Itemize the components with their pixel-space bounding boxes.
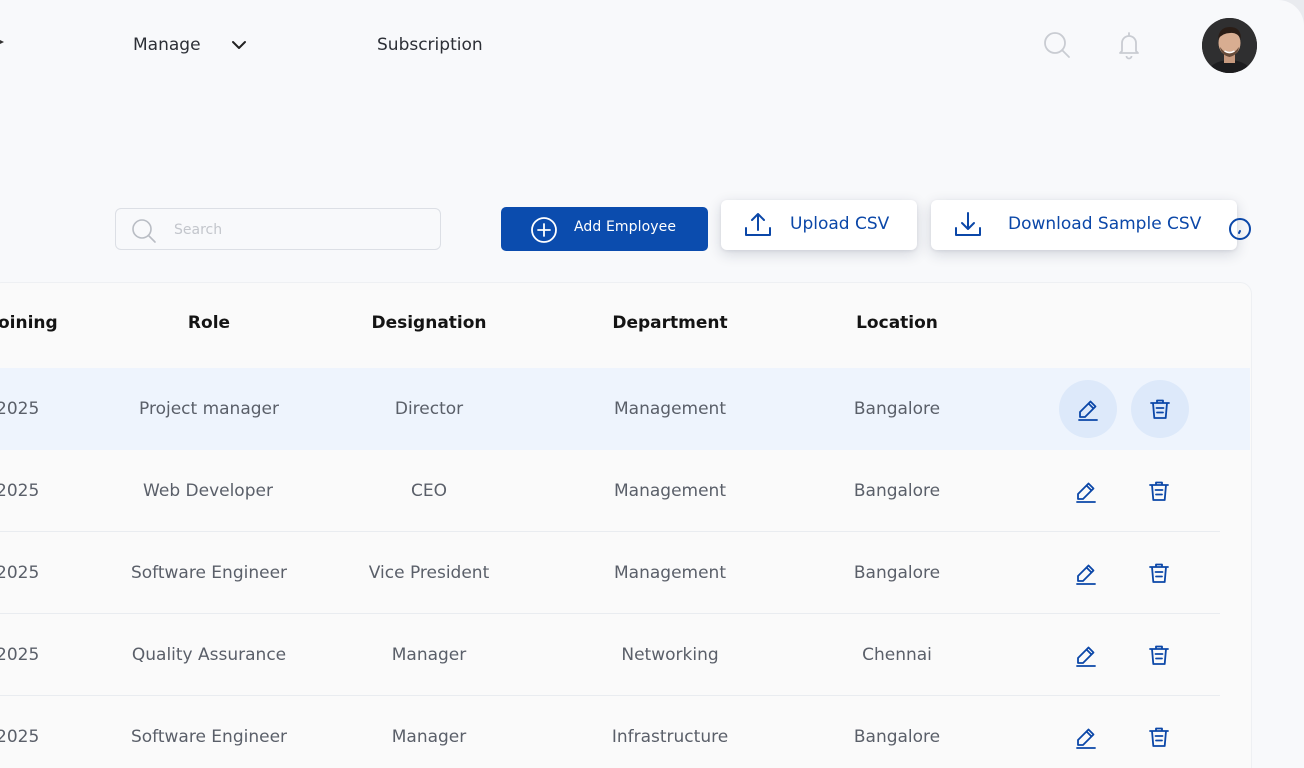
search-field[interactable] [115, 208, 441, 250]
header-role[interactable]: Role [188, 311, 230, 335]
edit-icon [1078, 400, 1098, 421]
edit-icon [1076, 482, 1096, 503]
cell-department: Infrastructure [611, 727, 729, 747]
cell-department: Management [614, 481, 726, 501]
cell-joining-date: 2025 [0, 645, 40, 665]
trash-icon [1149, 481, 1169, 501]
download-csv-label: Download Sample CSV [1008, 214, 1202, 234]
edit-button[interactable] [1057, 544, 1115, 602]
chevron-down-icon[interactable] [230, 36, 248, 54]
nav-manage[interactable]: Manage [133, 33, 201, 57]
cell-location: Bangalore [853, 563, 941, 583]
delete-button[interactable] [1130, 626, 1188, 684]
table-row[interactable]: 2025 Software Engineer Vice President Ma… [0, 532, 1250, 614]
delete-button[interactable] [1131, 380, 1189, 438]
edit-button[interactable] [1057, 708, 1115, 766]
delete-button[interactable] [1130, 462, 1188, 520]
cell-role: Quality Assurance [131, 645, 287, 665]
delete-button[interactable] [1130, 708, 1188, 766]
cell-joining-date: 2025 [0, 399, 40, 419]
upload-csv-button[interactable]: Upload CSV [721, 200, 917, 250]
edit-icon [1076, 728, 1096, 749]
avatar[interactable] [1202, 18, 1257, 73]
cell-location: Chennai [862, 645, 932, 665]
app-frame: Manage Subscription Search Add Employee … [0, 0, 1304, 768]
cell-designation: Director [394, 399, 464, 419]
cell-joining-date: 2025 [0, 481, 40, 501]
cell-designation: Manager [391, 727, 467, 747]
cell-designation: CEO [411, 481, 447, 501]
plus-circle-icon [531, 217, 557, 243]
trash-icon [1149, 645, 1169, 665]
edit-button[interactable] [1059, 380, 1117, 438]
edit-icon [1076, 564, 1096, 585]
trash-icon [1150, 399, 1170, 419]
cell-role: Web Developer [143, 481, 273, 501]
edit-button[interactable] [1057, 462, 1115, 520]
table-row[interactable]: 2025 Quality Assurance Manager Networkin… [0, 614, 1250, 696]
add-employee-button[interactable]: Add Employee [501, 207, 708, 251]
cell-location: Bangalore [853, 727, 941, 747]
search-icon [132, 219, 156, 243]
download-sample-csv-button[interactable]: Download Sample CSV [931, 200, 1237, 250]
help-icon[interactable] [1228, 217, 1252, 241]
header-joining[interactable]: oining [0, 311, 58, 335]
cell-department: Networking [621, 645, 719, 665]
chevron-icon[interactable] [0, 36, 6, 48]
cell-location: Bangalore [853, 481, 941, 501]
edit-icon [1076, 646, 1096, 667]
cell-department: Management [614, 563, 726, 583]
edit-button[interactable] [1057, 626, 1115, 684]
header-location[interactable]: Location [856, 311, 938, 335]
table-row[interactable]: 2025 Project manager Director Management… [0, 368, 1250, 450]
table-row[interactable]: 2025 Web Developer CEO Management Bangal… [0, 450, 1250, 532]
cell-designation: Vice President [368, 563, 490, 583]
cell-role: Software Engineer [130, 563, 288, 583]
cell-role: Software Engineer [130, 727, 288, 747]
bell-icon[interactable] [1114, 30, 1144, 60]
delete-button[interactable] [1130, 544, 1188, 602]
search-input[interactable] [172, 218, 426, 242]
trash-icon [1149, 727, 1169, 747]
table-row[interactable]: 2025 Software Engineer Manager Infrastru… [0, 696, 1250, 768]
cell-role: Project manager [139, 399, 279, 419]
search-icon[interactable] [1042, 30, 1072, 60]
header-designation[interactable]: Designation [371, 311, 486, 335]
trash-icon [1149, 563, 1169, 583]
cell-joining-date: 2025 [0, 727, 40, 747]
upload-csv-label: Upload CSV [790, 214, 890, 234]
nav-subscription[interactable]: Subscription [377, 33, 483, 57]
cell-designation: Manager [391, 645, 467, 665]
cell-location: Bangalore [853, 399, 941, 419]
upload-icon [745, 213, 771, 236]
add-employee-label: Add Employee [574, 219, 677, 235]
cell-department: Management [614, 399, 726, 419]
cell-joining-date: 2025 [0, 563, 40, 583]
header-department[interactable]: Department [612, 311, 727, 335]
download-icon [955, 212, 981, 236]
